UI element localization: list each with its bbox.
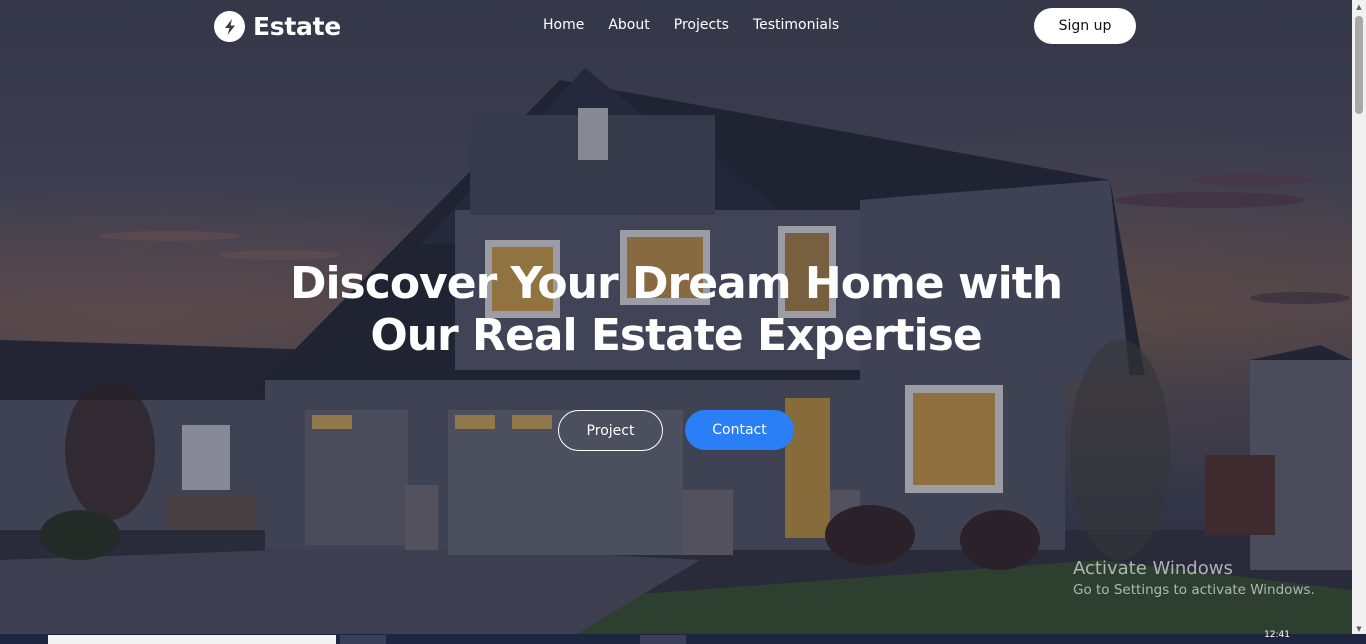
taskbar-app-icon[interactable]: [340, 635, 386, 644]
nav-link-projects[interactable]: Projects: [674, 17, 729, 33]
hero-title-line-1: Discover Your Dream Home with: [289, 258, 1063, 309]
lightning-bolt-icon: [214, 11, 245, 42]
taskbar-search-box[interactable]: [48, 635, 336, 644]
taskbar-clock: 12:41: [1264, 630, 1290, 640]
contact-button[interactable]: Contact: [685, 410, 794, 450]
activate-windows-title: Activate Windows: [1073, 558, 1233, 579]
nav-link-testimonials[interactable]: Testimonials: [753, 17, 839, 33]
hero-section: Estate Home About Projects Testimonials …: [0, 0, 1352, 644]
nav-links: Home About Projects Testimonials: [543, 17, 863, 33]
scroll-thumb[interactable]: [1355, 16, 1363, 114]
activate-windows-watermark: Activate Windows Go to Settings to activ…: [1073, 558, 1315, 600]
hero-buttons: Project Contact: [558, 410, 794, 451]
brand-name: Estate: [253, 12, 341, 41]
nav-link-about[interactable]: About: [608, 17, 649, 33]
page-scrollbar[interactable]: ▲ ▼: [1352, 0, 1366, 636]
windows-taskbar: 12:41: [0, 630, 1366, 644]
signup-button[interactable]: Sign up: [1034, 8, 1136, 44]
project-button[interactable]: Project: [558, 410, 663, 451]
hero-title-line-2: Our Real Estate Expertise: [370, 310, 982, 361]
top-navbar: Estate Home About Projects Testimonials …: [0, 0, 1352, 56]
taskbar-app-icon[interactable]: [640, 635, 686, 644]
activate-windows-subtitle: Go to Settings to activate Windows.: [1073, 582, 1315, 598]
nav-link-home[interactable]: Home: [543, 17, 584, 33]
brand-logo[interactable]: Estate: [214, 11, 341, 42]
hero-title: Discover Your Dream Home with Our Real E…: [276, 258, 1076, 362]
scroll-up-arrow-icon[interactable]: ▲: [1352, 0, 1366, 14]
